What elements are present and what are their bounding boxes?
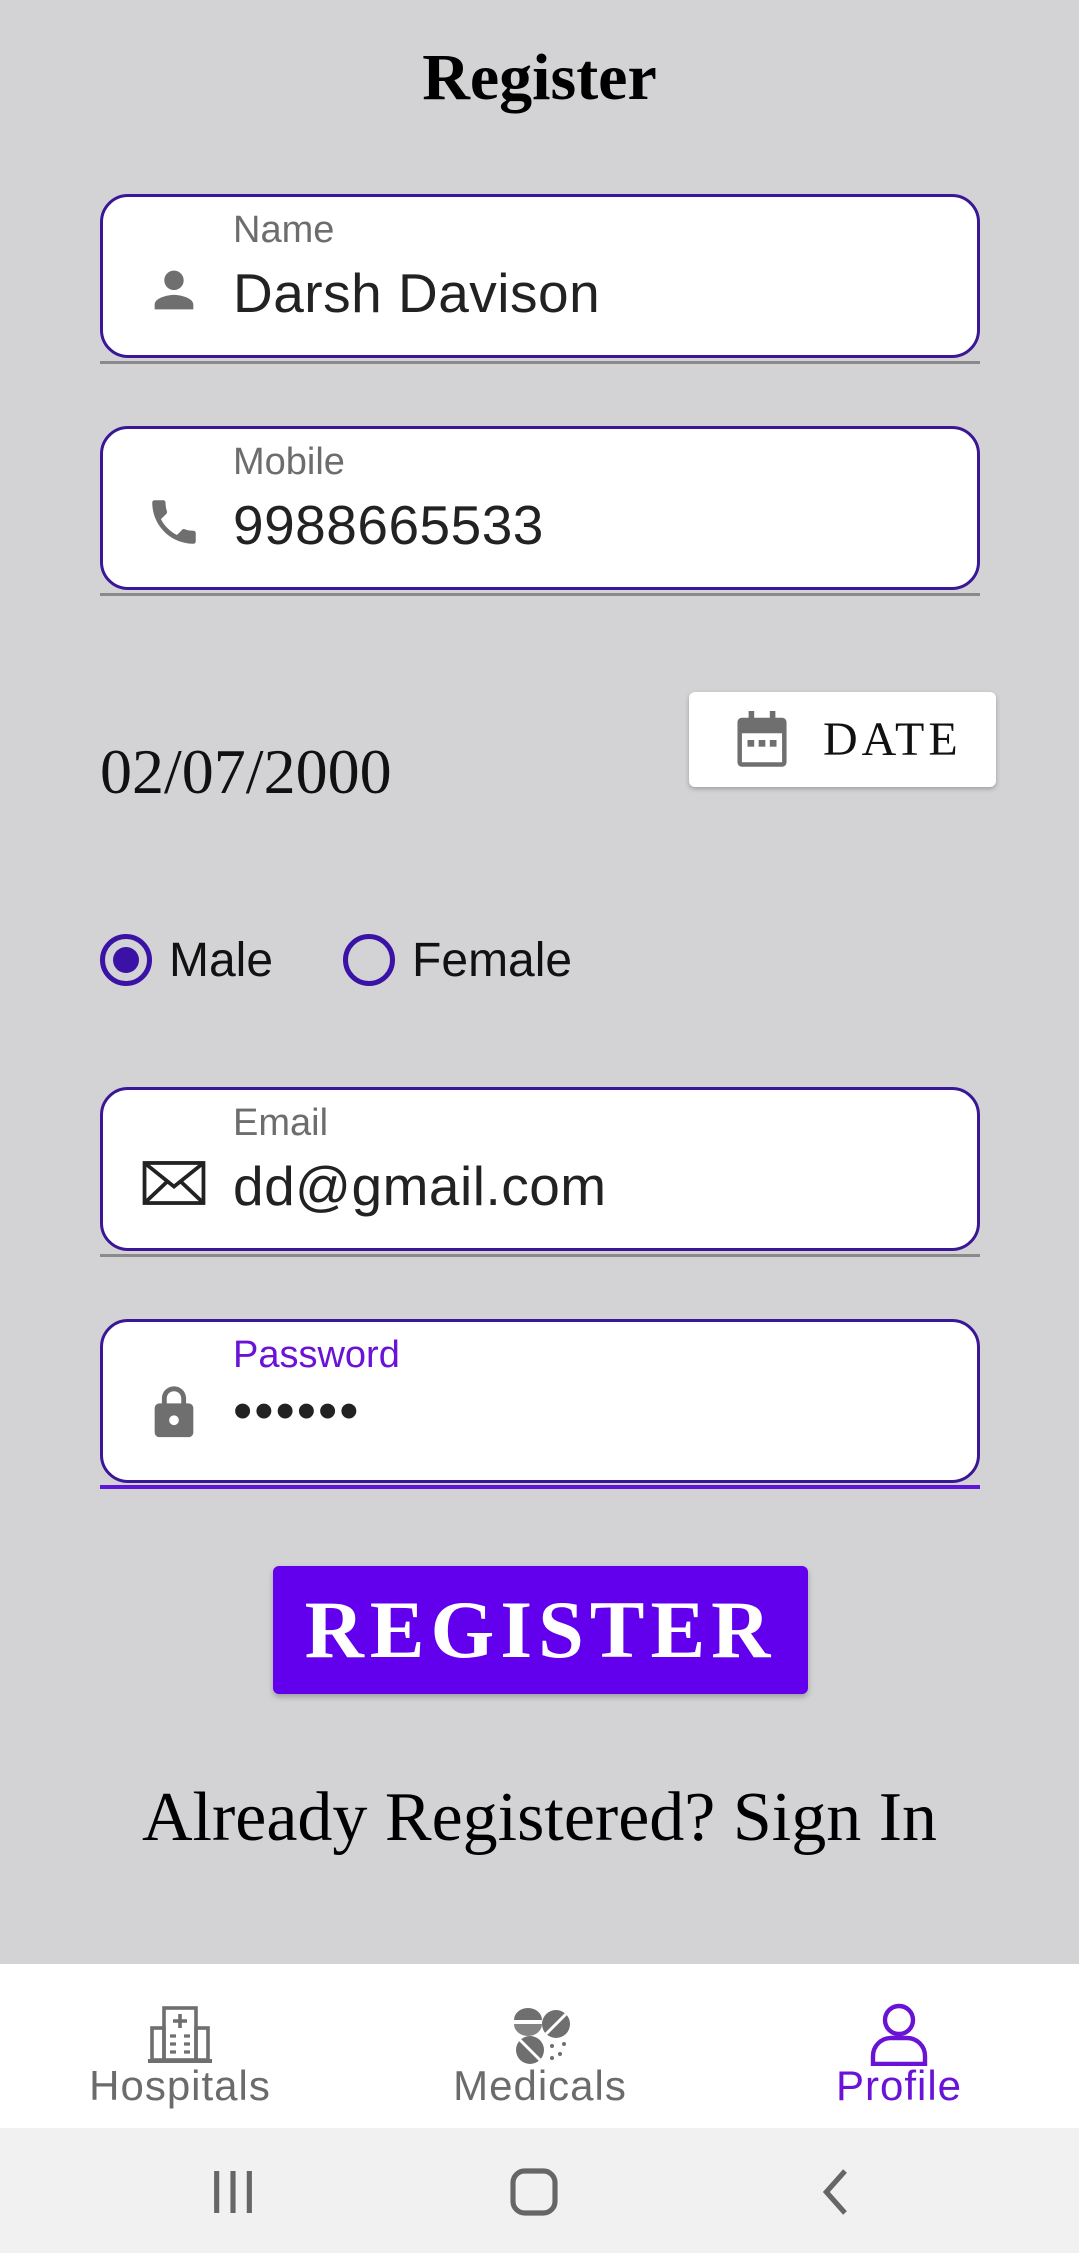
bottom-navigation: Hospitals Medicals Profile [0, 1964, 1079, 2128]
envelope-icon [142, 1161, 206, 1205]
date-picker-button[interactable]: DATE [689, 692, 996, 787]
password-label: Password [233, 1334, 400, 1376]
calendar-icon [737, 710, 787, 767]
name-label: Name [233, 209, 335, 251]
email-field[interactable]: Email dd@gmail.com [100, 1087, 980, 1257]
male-radio[interactable] [100, 934, 152, 986]
password-field[interactable]: Password •••••• [100, 1319, 980, 1489]
mobile-value[interactable]: 9988665533 [233, 493, 544, 557]
lock-icon [154, 1386, 194, 1438]
name-underline [100, 361, 980, 364]
register-button[interactable]: REGISTER [273, 1566, 808, 1694]
nav-item-profile[interactable]: Profile [719, 1964, 1079, 2128]
phone-icon [152, 500, 196, 544]
back-icon[interactable] [810, 2164, 866, 2220]
email-underline [100, 1254, 980, 1257]
password-value[interactable]: •••••• [233, 1378, 361, 1442]
nav-label-profile: Profile [835, 2062, 963, 2109]
pills-icon [514, 2008, 570, 2064]
email-label: Email [233, 1102, 329, 1144]
recent-apps-icon[interactable] [205, 2164, 261, 2220]
female-label[interactable]: Female [412, 933, 572, 988]
nav-item-medicals[interactable]: Medicals [360, 1964, 720, 2128]
home-icon[interactable] [506, 2164, 562, 2220]
signin-link[interactable]: Already Registered? Sign In [0, 1778, 1079, 1858]
gender-radio-group: Male Female [100, 925, 572, 995]
nav-item-hospitals[interactable]: Hospitals [0, 1964, 360, 2128]
mobile-underline [100, 593, 980, 596]
system-navigation-bar [0, 2128, 1079, 2253]
name-value[interactable]: Darsh Davison [233, 261, 600, 325]
dob-value: 02/07/2000 [100, 736, 392, 807]
male-label[interactable]: Male [169, 933, 273, 988]
mobile-field[interactable]: Mobile 9988665533 [100, 426, 980, 596]
mobile-label: Mobile [233, 441, 345, 483]
password-underline [100, 1485, 980, 1489]
email-value[interactable]: dd@gmail.com [233, 1154, 607, 1218]
hospital-icon [148, 2006, 212, 2063]
nav-label-hospitals: Hospitals [89, 2062, 271, 2109]
name-field[interactable]: Name Darsh Davison [100, 194, 980, 364]
person-icon [154, 270, 194, 310]
profile-icon [870, 2003, 928, 2066]
page-title: Register [422, 41, 657, 114]
female-radio[interactable] [343, 934, 396, 986]
date-button-label: DATE [823, 713, 962, 766]
nav-label-medicals: Medicals [453, 2062, 627, 2109]
